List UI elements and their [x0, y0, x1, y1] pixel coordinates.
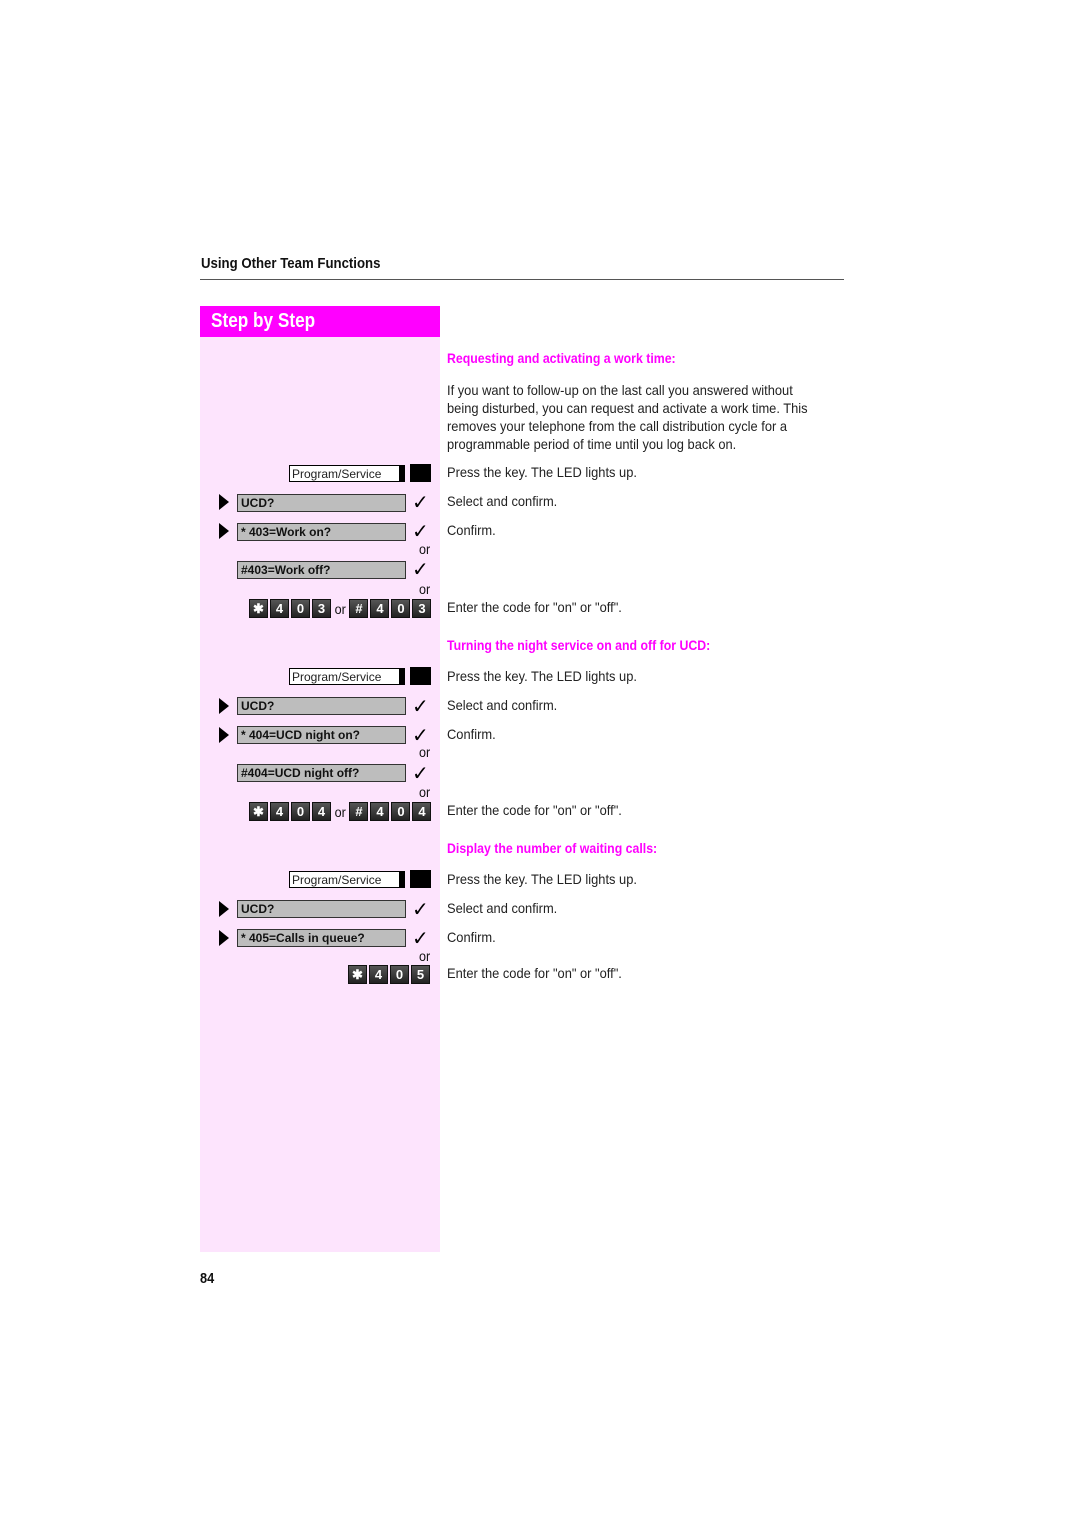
step-text: Press the key. The LED lights up. — [447, 871, 637, 887]
confirm-check-icon[interactable]: ✓ — [412, 521, 429, 541]
display-option-ucd[interactable]: UCD? — [237, 900, 406, 918]
led-indicator-icon — [410, 464, 431, 482]
confirm-check-icon[interactable]: ✓ — [412, 899, 429, 919]
step-text: Enter the code for "on" or "off". — [447, 965, 622, 981]
confirm-check-icon[interactable]: ✓ — [412, 928, 429, 948]
digit-key[interactable]: 4 — [270, 802, 289, 821]
display-option-night-on[interactable]: * 404=UCD night on? — [237, 726, 406, 744]
program-service-key[interactable]: Program/Service — [289, 465, 405, 482]
step-text: Enter the code for "on" or "off". — [447, 599, 622, 615]
keypad-code-row: ✱ 4 0 5 — [348, 965, 430, 984]
display-option-text: * 403=Work on? — [241, 525, 332, 539]
keypad-code-row: ✱ 4 0 4 or # 4 0 4 — [249, 802, 432, 821]
or-label: or — [419, 541, 431, 557]
digit-key[interactable]: 0 — [291, 802, 310, 821]
section-intro-work-time: If you want to follow-up on the last cal… — [447, 382, 808, 452]
display-option-text: * 405=Calls in queue? — [241, 931, 365, 945]
step-text: Select and confirm. — [447, 493, 558, 509]
star-key[interactable]: ✱ — [249, 599, 268, 618]
display-option-text: #403=Work off? — [241, 563, 331, 577]
digit-key[interactable]: 3 — [412, 599, 432, 618]
display-option-ucd[interactable]: UCD? — [237, 494, 406, 512]
header-divider — [200, 279, 844, 280]
program-service-key-label: Program/Service — [292, 873, 382, 887]
step-by-step-banner: Step by Step — [200, 306, 440, 337]
digit-key[interactable]: 4 — [370, 599, 390, 618]
section-heading-night-service: Turning the night service on and off for… — [447, 637, 711, 653]
or-label: or — [419, 581, 431, 597]
display-option-night-off[interactable]: #404=UCD night off? — [237, 764, 406, 782]
step-text: Press the key. The LED lights up. — [447, 668, 637, 684]
hash-key[interactable]: # — [349, 599, 369, 618]
scroll-arrow-icon — [219, 727, 229, 743]
display-option-work-off[interactable]: #403=Work off? — [237, 561, 406, 579]
program-service-key[interactable]: Program/Service — [289, 668, 405, 685]
display-option-text: * 404=UCD night on? — [241, 728, 361, 742]
key-edge — [399, 669, 404, 684]
confirm-check-icon[interactable]: ✓ — [412, 559, 429, 579]
star-key[interactable]: ✱ — [249, 802, 268, 821]
digit-key[interactable]: 4 — [370, 802, 390, 821]
hash-key[interactable]: # — [349, 802, 369, 821]
led-indicator-icon — [410, 667, 431, 685]
program-service-key-label: Program/Service — [292, 467, 382, 481]
program-service-key-label: Program/Service — [292, 670, 382, 684]
step-text: Select and confirm. — [447, 697, 558, 713]
program-service-key[interactable]: Program/Service — [289, 871, 405, 888]
section-title: Using Other Team Functions — [201, 255, 381, 272]
step-text: Enter the code for "on" or "off". — [447, 802, 622, 818]
or-label: or — [419, 948, 431, 964]
digit-key[interactable]: 4 — [312, 802, 331, 821]
step-text: Press the key. The LED lights up. — [447, 464, 637, 480]
digit-key[interactable]: 4 — [270, 599, 289, 618]
digit-key[interactable]: 0 — [391, 802, 411, 821]
page-number: 84 — [200, 1270, 215, 1287]
scroll-arrow-icon — [219, 698, 229, 714]
step-text: Confirm. — [447, 929, 496, 945]
digit-key[interactable]: 0 — [291, 599, 310, 618]
keypad-code-row: ✱ 4 0 3 or # 4 0 3 — [249, 599, 432, 618]
scroll-arrow-icon — [219, 523, 229, 539]
display-option-calls-in-queue[interactable]: * 405=Calls in queue? — [237, 929, 406, 947]
display-option-text: UCD? — [241, 902, 275, 916]
digit-key[interactable]: 5 — [411, 965, 430, 984]
display-option-ucd[interactable]: UCD? — [237, 697, 406, 715]
step-by-step-label: Step by Step — [211, 310, 316, 332]
key-edge — [399, 466, 404, 481]
digit-key[interactable]: 0 — [391, 599, 411, 618]
scroll-arrow-icon — [219, 494, 229, 510]
or-label: or — [334, 803, 346, 820]
scroll-arrow-icon — [219, 901, 229, 917]
display-option-text: #404=UCD night off? — [241, 766, 360, 780]
digit-key[interactable]: 4 — [412, 802, 432, 821]
or-label: or — [419, 784, 431, 800]
key-edge — [399, 872, 404, 887]
or-label: or — [419, 744, 431, 760]
section-heading-waiting-calls: Display the number of waiting calls: — [447, 840, 658, 856]
scroll-arrow-icon — [219, 930, 229, 946]
display-option-text: UCD? — [241, 699, 275, 713]
step-text: Confirm. — [447, 726, 496, 742]
confirm-check-icon[interactable]: ✓ — [412, 696, 429, 716]
confirm-check-icon[interactable]: ✓ — [412, 725, 429, 745]
digit-key[interactable]: 4 — [369, 965, 388, 984]
section-heading-work-time: Requesting and activating a work time: — [447, 350, 676, 366]
confirm-check-icon[interactable]: ✓ — [412, 492, 429, 512]
step-text: Confirm. — [447, 522, 496, 538]
display-option-text: UCD? — [241, 496, 275, 510]
digit-key[interactable]: 0 — [390, 965, 409, 984]
star-key[interactable]: ✱ — [348, 965, 367, 984]
confirm-check-icon[interactable]: ✓ — [412, 763, 429, 783]
or-label: or — [334, 600, 346, 617]
display-option-work-on[interactable]: * 403=Work on? — [237, 523, 406, 541]
led-indicator-icon — [410, 870, 431, 888]
digit-key[interactable]: 3 — [312, 599, 331, 618]
step-text: Select and confirm. — [447, 900, 558, 916]
